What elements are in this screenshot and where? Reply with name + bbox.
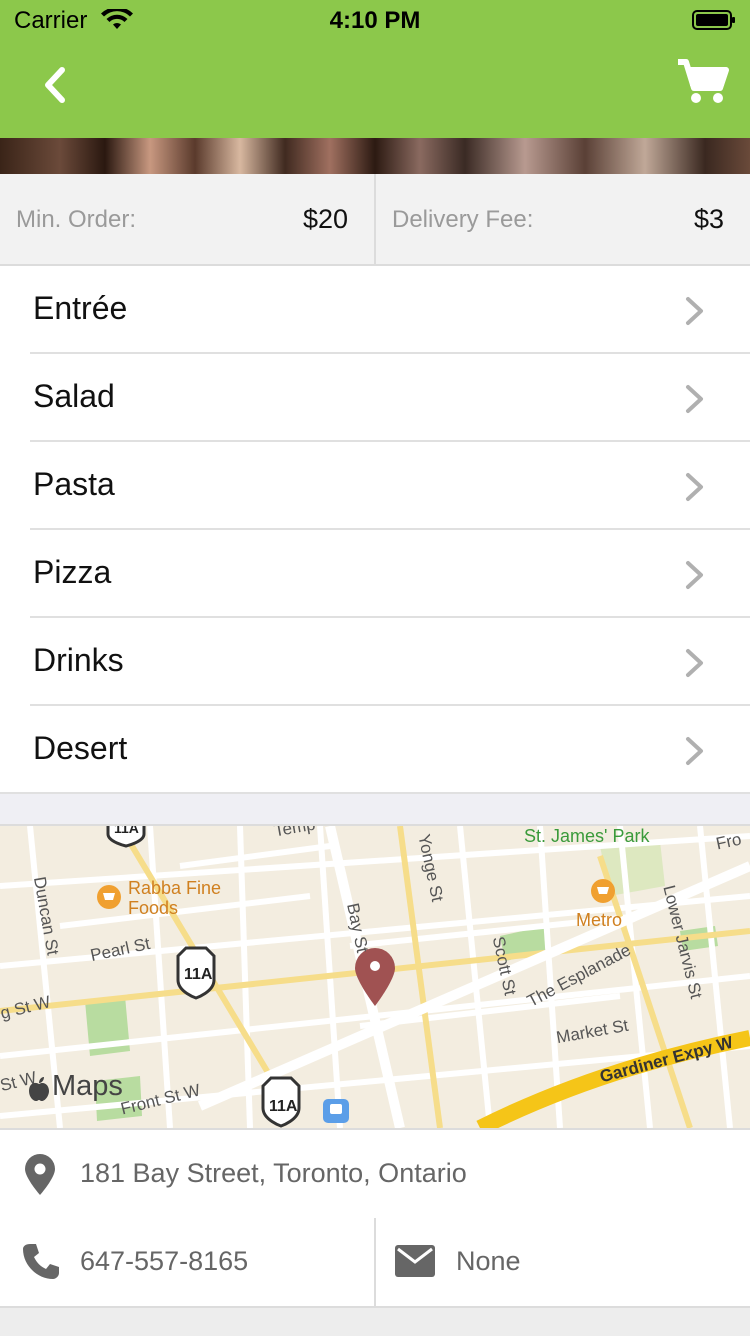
battery-icon	[692, 10, 735, 30]
menu-item-label: Entrée	[33, 290, 128, 326]
menu-item-pizza[interactable]: Pizza	[0, 530, 750, 618]
menu-item-pasta[interactable]: Pasta	[0, 442, 750, 530]
location-pin-icon	[355, 948, 395, 1006]
grocery-poi-icon	[591, 879, 615, 903]
chevron-right-icon	[686, 561, 703, 589]
delivery-fee-value: $3	[693, 204, 724, 234]
chevron-right-icon	[686, 297, 703, 325]
menu-item-salad[interactable]: Salad	[0, 354, 750, 442]
address-text: 181 Bay Street, Toronto, Ontario	[80, 1158, 467, 1188]
map-label: 11A	[269, 1098, 298, 1115]
email-icon	[395, 1245, 435, 1277]
menu-item-label: Pasta	[33, 466, 115, 502]
status-bar: Carrier 4:10 PM	[0, 0, 750, 40]
email-cell[interactable]: None	[376, 1218, 750, 1306]
chevron-right-icon	[686, 473, 703, 501]
nav-bar	[0, 40, 750, 138]
phone-number: 647-557-8165	[80, 1246, 249, 1276]
phone-icon	[23, 1244, 59, 1279]
restaurant-photo	[0, 138, 750, 174]
map-label: St. James' Park	[524, 826, 650, 846]
menu-item-entree[interactable]: Entrée	[0, 266, 750, 354]
bottom-spacer	[0, 1306, 750, 1336]
menu-item-label: Salad	[33, 378, 115, 414]
chevron-right-icon	[686, 737, 703, 765]
menu-item-drinks[interactable]: Drinks	[0, 618, 750, 706]
min-order-value: $20	[302, 204, 348, 234]
map-label: Metro	[576, 910, 623, 930]
delivery-fee-cell: Delivery Fee: $3	[376, 174, 750, 264]
map-label: 11A	[114, 824, 139, 836]
transit-icon	[323, 1099, 349, 1123]
map-label: 11A	[184, 966, 213, 983]
cart-icon[interactable]	[672, 56, 732, 106]
location-map[interactable]: 11A 11A 11A St. James' Park Fro Temp Rab…	[0, 824, 750, 1128]
chevron-right-icon	[686, 649, 703, 677]
menu-item-label: Desert	[33, 730, 128, 766]
address-row[interactable]: 181 Bay Street, Toronto, Ontario	[0, 1128, 750, 1220]
map-label: Foods	[128, 898, 179, 918]
maps-brand-label: Maps	[52, 1070, 123, 1102]
map-label: Rabba Fine	[128, 878, 222, 898]
menu-category-list: Entrée Salad Pasta Pizza Drinks Desert	[0, 266, 750, 794]
delivery-fee-label: Delivery Fee:	[392, 206, 534, 233]
menu-item-desert[interactable]: Desert	[0, 706, 750, 794]
apple-logo-icon	[29, 1077, 49, 1101]
menu-item-label: Drinks	[33, 642, 124, 678]
order-info-bar: Min. Order: $20 Delivery Fee: $3	[0, 174, 750, 266]
chevron-left-icon[interactable]	[30, 58, 80, 108]
contact-row: 647-557-8165 None	[0, 1218, 750, 1306]
location-pin-icon	[25, 1154, 55, 1195]
grocery-poi-icon	[97, 885, 121, 909]
menu-item-label: Pizza	[33, 554, 112, 590]
divider	[0, 792, 750, 794]
chevron-right-icon	[686, 385, 703, 413]
min-order-label: Min. Order:	[16, 206, 137, 233]
min-order-cell: Min. Order: $20	[0, 174, 376, 264]
clock: 4:10 PM	[329, 7, 421, 34]
phone-cell[interactable]: 647-557-8165	[0, 1218, 376, 1306]
email-text: None	[456, 1246, 521, 1276]
